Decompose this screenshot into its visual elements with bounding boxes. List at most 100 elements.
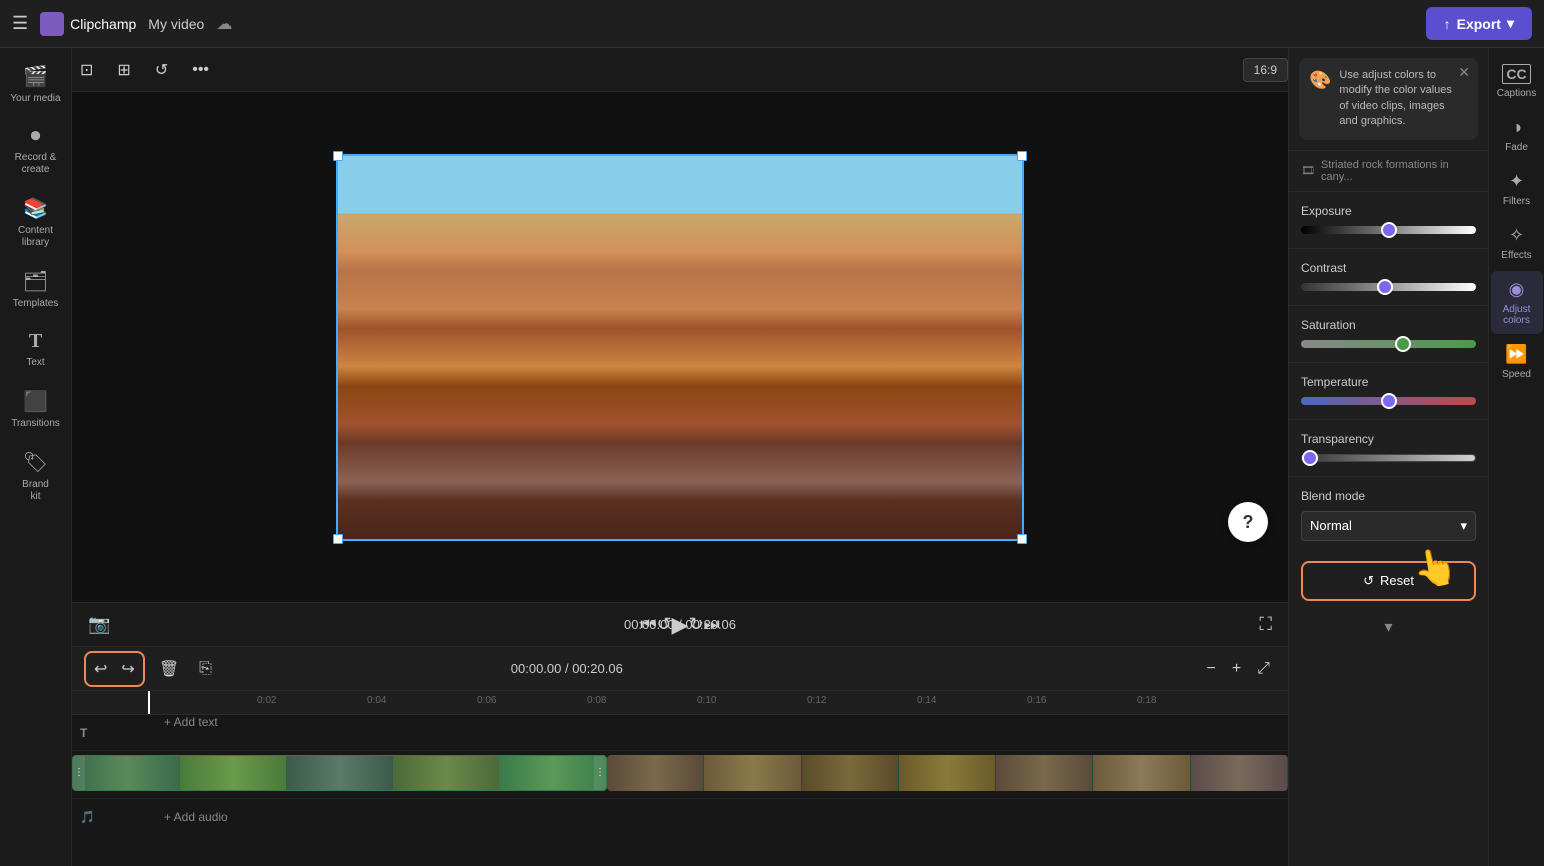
screenshot-button[interactable]: 📷 bbox=[88, 614, 110, 635]
undo-redo-group: ↩ ↪ bbox=[84, 651, 145, 687]
redo-button[interactable]: ↪ bbox=[115, 655, 140, 683]
rotate-button[interactable]: ↺ bbox=[147, 54, 176, 86]
exposure-section: Exposure bbox=[1289, 192, 1488, 249]
exposure-thumb[interactable] bbox=[1381, 222, 1397, 238]
video-toolbar: ⊡ ⊞ ↺ ••• 16:9 bbox=[72, 48, 1288, 92]
sidebar-item-templates[interactable]: 🗂 Templates bbox=[4, 261, 68, 318]
corner-handle-tl[interactable] bbox=[333, 151, 343, 161]
logo: Clipchamp bbox=[40, 12, 136, 36]
your-media-icon: 🎬 bbox=[23, 64, 48, 89]
inactive-thumb-1 bbox=[607, 755, 704, 791]
fullscreen-button[interactable]: ⛶ bbox=[1259, 614, 1272, 635]
resize-button[interactable]: ⊞ bbox=[109, 54, 138, 86]
video-clip-active[interactable]: ⋮ ⋮ bbox=[72, 755, 607, 791]
audio-track-label: 🎵 bbox=[72, 810, 152, 824]
fade-button[interactable]: ◑ Fade bbox=[1491, 109, 1543, 161]
adjust-colors-icon: ◉ bbox=[1509, 279, 1525, 300]
contrast-slider[interactable] bbox=[1301, 283, 1476, 291]
time-display: 00:00.00 / 00:20.06 bbox=[624, 617, 736, 632]
sidebar-item-transitions[interactable]: ⬛ Transitions bbox=[4, 381, 68, 438]
reset-button[interactable]: ↺ Reset bbox=[1301, 561, 1476, 601]
help-button[interactable]: ? bbox=[1228, 502, 1268, 542]
sidebar-item-record-create[interactable]: ⏺ Record &create bbox=[4, 117, 68, 184]
effects-label: Effects bbox=[1501, 250, 1531, 261]
ruler-mark-14: 0:14 bbox=[917, 695, 936, 706]
video-name[interactable]: My video bbox=[148, 16, 204, 32]
sidebar-item-label-content: Contentlibrary bbox=[18, 225, 53, 249]
sidebar-item-content-library[interactable]: 📚 Contentlibrary bbox=[4, 188, 68, 257]
corner-handle-bl[interactable] bbox=[333, 534, 343, 544]
menu-icon[interactable]: ☰ bbox=[12, 13, 28, 34]
tip-close-button[interactable]: ✕ bbox=[1458, 64, 1470, 81]
sidebar-item-label-text: Text bbox=[26, 357, 44, 369]
exposure-slider[interactable] bbox=[1301, 226, 1476, 234]
text-icon: T bbox=[29, 330, 42, 353]
text-track-row: T + Add text bbox=[72, 715, 1288, 751]
record-icon: ⏺ bbox=[31, 125, 41, 148]
zoom-out-button[interactable]: − bbox=[1200, 656, 1221, 682]
transparency-thumb[interactable] bbox=[1302, 450, 1318, 466]
audio-track-icon: 🎵 bbox=[80, 810, 95, 824]
sidebar-item-label-transitions: Transitions bbox=[11, 418, 60, 430]
aspect-ratio-badge: 16:9 bbox=[1243, 58, 1288, 82]
audio-track-row: 🎵 + Add audio bbox=[72, 799, 1288, 835]
adjust-colors-button[interactable]: ◉ Adjustcolors bbox=[1491, 271, 1543, 334]
video-clip-inactive[interactable] bbox=[607, 755, 1288, 791]
topbar: ☰ Clipchamp My video ☁ ↑ Export ▾ bbox=[0, 0, 1544, 48]
undo-button[interactable]: ↩ bbox=[88, 655, 113, 683]
tip-section: 🎨 Use adjust colors to modify the color … bbox=[1289, 48, 1488, 151]
blend-mode-value: Normal bbox=[1310, 518, 1352, 533]
exposure-label: Exposure bbox=[1301, 204, 1476, 218]
temperature-thumb[interactable] bbox=[1381, 393, 1397, 409]
corner-handle-br[interactable] bbox=[1017, 534, 1027, 544]
temperature-label: Temperature bbox=[1301, 375, 1476, 389]
playhead bbox=[148, 691, 150, 714]
more-button[interactable]: ••• bbox=[184, 55, 217, 85]
blend-mode-section: Blend mode Normal ▾ bbox=[1289, 477, 1488, 553]
temperature-section: Temperature bbox=[1289, 363, 1488, 420]
saturation-track bbox=[1301, 340, 1476, 348]
ruler-mark-10: 0:10 bbox=[697, 695, 716, 706]
speed-button[interactable]: ⏩ Speed bbox=[1491, 336, 1543, 388]
timeline-ruler: 0:02 0:04 0:06 0:08 0:10 0:12 0:14 0:16 … bbox=[72, 691, 1288, 715]
timeline-body: 0:02 0:04 0:06 0:08 0:10 0:12 0:14 0:16 … bbox=[72, 691, 1288, 866]
reset-icon: ↺ bbox=[1363, 573, 1374, 589]
effects-button[interactable]: ✧ Effects bbox=[1491, 217, 1543, 269]
speed-label: Speed bbox=[1502, 369, 1531, 380]
saturation-slider[interactable] bbox=[1301, 340, 1476, 348]
contrast-thumb[interactable] bbox=[1377, 279, 1393, 295]
temperature-slider[interactable] bbox=[1301, 397, 1476, 405]
tip-text: Use adjust colors to modify the color va… bbox=[1339, 68, 1468, 130]
add-text-button[interactable]: + Add text bbox=[152, 715, 1288, 729]
expand-button[interactable]: ⤢ bbox=[1251, 656, 1276, 682]
captions-button[interactable]: CC Captions bbox=[1491, 56, 1543, 107]
blend-mode-label: Blend mode bbox=[1301, 489, 1476, 503]
panel-expand-chevron[interactable]: ▾ bbox=[1289, 609, 1488, 645]
zoom-in-button[interactable]: + bbox=[1226, 656, 1247, 682]
crop-button[interactable]: ⊡ bbox=[72, 54, 101, 86]
inactive-thumb-6 bbox=[1093, 755, 1190, 791]
clip-thumb-2 bbox=[180, 756, 287, 790]
ruler-mark-12: 0:12 bbox=[807, 695, 826, 706]
speed-icon: ⏩ bbox=[1505, 344, 1527, 365]
transparency-slider[interactable] bbox=[1301, 454, 1476, 462]
contrast-label: Contrast bbox=[1301, 261, 1476, 275]
filters-button[interactable]: ✦ Filters bbox=[1491, 163, 1543, 215]
sidebar-item-your-media[interactable]: 🎬 Your media bbox=[4, 56, 68, 113]
sidebar-item-text[interactable]: T Text bbox=[4, 322, 68, 377]
reset-label: Reset bbox=[1380, 573, 1414, 588]
transitions-icon: ⬛ bbox=[23, 389, 48, 414]
transparency-section: Transparency bbox=[1289, 420, 1488, 477]
clip-handle-right[interactable]: ⋮ bbox=[594, 756, 606, 790]
saturation-thumb[interactable] bbox=[1395, 336, 1411, 352]
blend-mode-select[interactable]: Normal ▾ bbox=[1301, 511, 1476, 541]
corner-handle-tr[interactable] bbox=[1017, 151, 1027, 161]
sidebar-item-brand-kit[interactable]: 🏷 Brandkit bbox=[4, 442, 68, 511]
duplicate-button[interactable]: ⎘ bbox=[193, 656, 218, 682]
export-button[interactable]: ↑ Export ▾ bbox=[1426, 7, 1532, 40]
delete-button[interactable]: 🗑 bbox=[153, 655, 185, 683]
clip-handle-left[interactable]: ⋮ bbox=[73, 756, 85, 790]
add-audio-button[interactable]: + Add audio bbox=[152, 810, 240, 824]
ruler-mark-02: 0:02 bbox=[257, 695, 276, 706]
panel-tip: 🎨 Use adjust colors to modify the color … bbox=[1299, 58, 1478, 140]
